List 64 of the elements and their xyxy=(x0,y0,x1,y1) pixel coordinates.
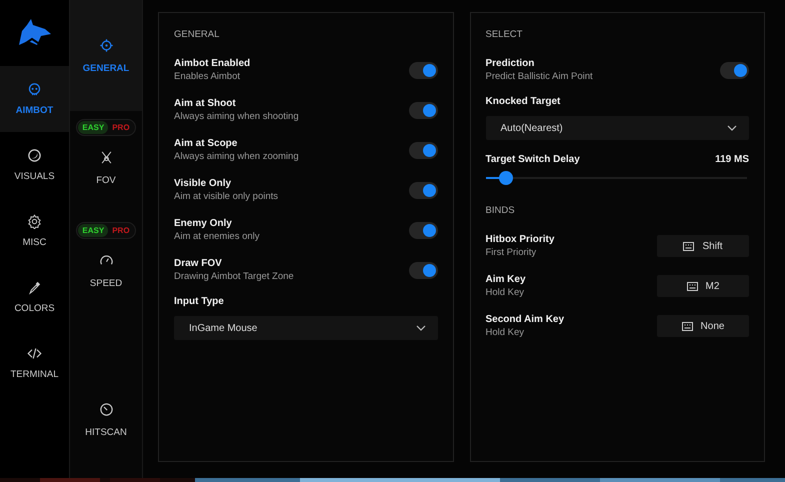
setting-label: Enemy Only xyxy=(174,218,232,229)
setting-label: Knocked Target xyxy=(486,96,562,107)
dropdown[interactable]: InGame Mouse xyxy=(174,316,438,340)
key-bind-button[interactable]: Shift xyxy=(657,235,749,257)
setting-hint: Aim at visible only points xyxy=(174,191,278,202)
skull-icon xyxy=(27,82,42,97)
code-icon xyxy=(27,346,42,361)
wolf-logo xyxy=(16,19,52,47)
setting-hint: Enables Aimbot xyxy=(174,71,240,82)
setting-hint: Hold Key xyxy=(486,287,524,298)
setting-hint: Hold Key xyxy=(486,327,524,338)
sub-tab[interactable]: HITSCAN xyxy=(70,388,142,438)
section-title: GENERAL xyxy=(174,29,220,40)
setting-label: Target Switch Delay xyxy=(486,154,580,165)
gear-icon xyxy=(27,214,42,229)
setting-label: Second Aim Key xyxy=(486,314,564,325)
toggle-switch[interactable] xyxy=(408,142,438,158)
setting-label: Aim at Shoot xyxy=(174,98,236,109)
setting-hint: Always aiming when shooting xyxy=(174,111,299,122)
setting-label: Draw FOV xyxy=(174,258,222,269)
nav-tab[interactable]: TERMINAL xyxy=(0,330,69,396)
sub-tab[interactable]: SPEED xyxy=(70,239,142,317)
setting-label: Input Type xyxy=(174,296,225,307)
setting-hint: Drawing Aimbot Target Zone xyxy=(174,271,294,282)
nav-tab[interactable]: AIMBOT xyxy=(0,66,69,132)
setting-label: Prediction xyxy=(486,58,534,69)
setting-label: Visible Only xyxy=(174,178,232,189)
sub-tab[interactable]: GENERAL xyxy=(70,0,142,111)
setting-hint: Always aiming when zooming xyxy=(174,151,299,162)
setting-hint: First Priority xyxy=(486,247,536,258)
mode-option[interactable]: EASY xyxy=(78,224,108,237)
setting-label: Aim Key xyxy=(486,274,526,285)
setting-label: Aim at Scope xyxy=(174,138,238,149)
setting-hint: Aim at enemies only xyxy=(174,231,260,242)
nav-tab[interactable]: MISC xyxy=(0,198,69,264)
chevron-icon xyxy=(727,125,737,131)
setting-label: Aimbot Enabled xyxy=(174,58,250,69)
keyboard-icon xyxy=(686,282,698,290)
crosshair-icon xyxy=(98,38,114,52)
nav-tab[interactable]: VISUALS xyxy=(0,132,69,198)
toggle-switch[interactable] xyxy=(408,182,438,198)
toggle-switch[interactable] xyxy=(408,62,438,78)
setting-label: Hitbox Priority xyxy=(486,234,554,245)
key-bind-button[interactable]: M2 xyxy=(657,275,749,297)
mode-option[interactable]: EASY xyxy=(78,121,108,134)
toggle-switch[interactable] xyxy=(720,62,749,78)
sub-tab[interactable]: FOV xyxy=(70,136,142,214)
moon-icon xyxy=(27,148,42,163)
toggle-switch[interactable] xyxy=(408,222,438,238)
timer-icon xyxy=(98,402,114,417)
dropper-icon xyxy=(27,280,42,295)
keyboard-icon xyxy=(683,242,694,250)
toggle-switch[interactable] xyxy=(408,102,438,118)
key-bind-button[interactable]: None xyxy=(657,315,749,337)
keyboard-icon xyxy=(682,322,693,330)
slider-thumb[interactable] xyxy=(499,171,514,185)
toggle-switch[interactable] xyxy=(408,262,438,278)
section-title: BINDS xyxy=(486,205,515,216)
dropdown[interactable]: Auto(Nearest) xyxy=(486,116,749,140)
nav-tab[interactable]: COLORS xyxy=(0,264,69,330)
setting-hint: Predict Ballistic Aim Point xyxy=(486,71,593,82)
section-title: SELECT xyxy=(486,29,522,40)
chevron-icon xyxy=(416,325,426,331)
slider-value: 119 MS xyxy=(715,154,749,165)
